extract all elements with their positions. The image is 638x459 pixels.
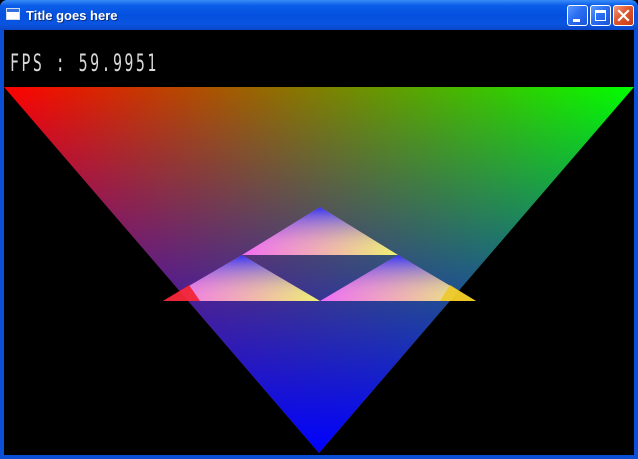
close-button[interactable]	[613, 5, 634, 26]
rendered-scene	[4, 87, 634, 453]
window-title: Title goes here	[26, 8, 118, 23]
title-bar[interactable]: Title goes here	[0, 0, 638, 30]
minimize-button[interactable]	[567, 5, 588, 26]
fps-counter: FPS : 59.9951	[10, 49, 159, 77]
window-icon[interactable]	[6, 8, 20, 20]
app-window: Title goes here FPS: 59.9951	[0, 0, 638, 459]
large-triangle	[4, 87, 634, 453]
maximize-icon	[595, 10, 606, 21]
maximize-button[interactable]	[590, 5, 611, 26]
render-viewport[interactable]: FPS : 59.9951	[4, 30, 634, 455]
close-icon	[617, 9, 630, 22]
minimize-icon	[573, 19, 580, 22]
